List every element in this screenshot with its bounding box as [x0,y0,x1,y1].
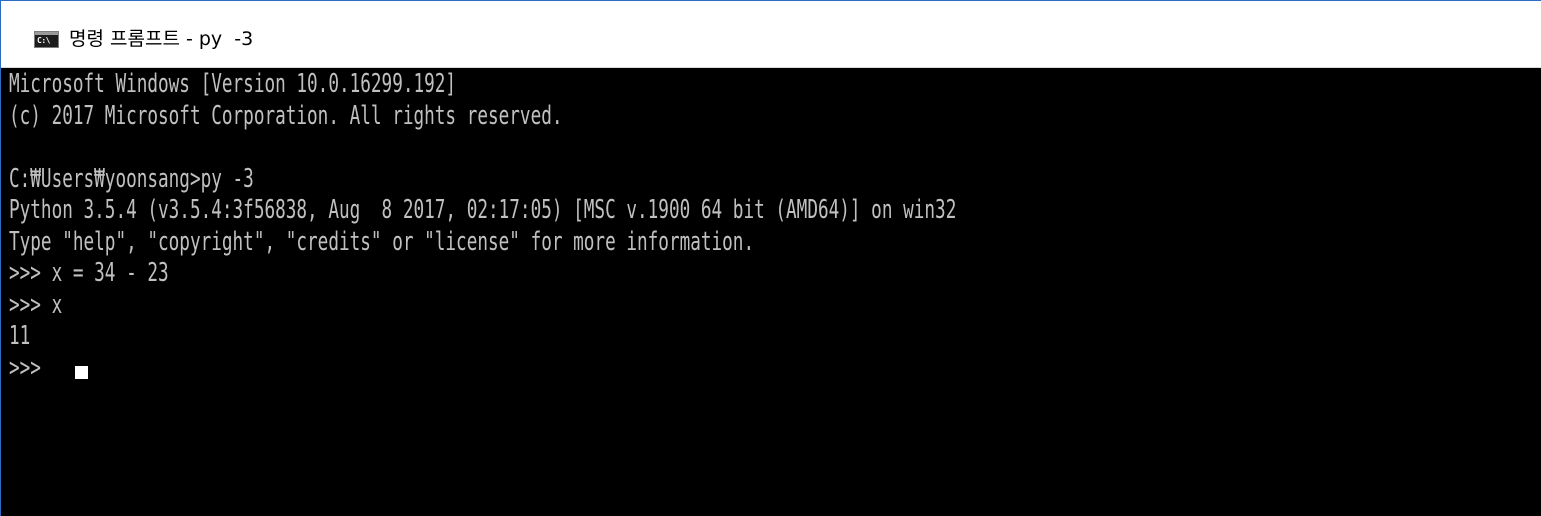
console-line: >>> x = 34 - 23 [9,258,169,288]
console-line: Microsoft Windows [Version 10.0.16299.19… [9,69,457,99]
console-line: C:₩Users₩yoonsang>py -3 [9,163,254,194]
input-prompt-line[interactable]: >>> [9,353,1541,385]
console-line: Type "help", "copyright", "credits" or "… [9,226,755,257]
command-prompt-window: C:\ 명령 프롬프트 - py -3 Microsoft Windows [V… [0,0,1541,516]
text-cursor [75,365,88,379]
console-line: (c) 2017 Microsoft Corporation. All righ… [9,100,563,131]
console-line: Python 3.5.4 (v3.5.4:3f56838, Aug 8 2017… [9,195,957,225]
cmd-icon-bar [35,32,58,35]
cmd-icon-glyph: C:\ [37,36,50,45]
cmd-icon[interactable]: C:\ [34,31,59,48]
console-output[interactable]: Microsoft Windows [Version 10.0.16299.19… [1,68,1541,516]
console-line: 11 [9,321,31,351]
title-bar[interactable]: C:\ 명령 프롬프트 - py -3 [1,1,1541,68]
current-prompt: >>> [9,352,52,383]
window-title: 명령 프롬프트 - py -3 [69,28,254,50]
console-line: >>> x [9,289,63,320]
